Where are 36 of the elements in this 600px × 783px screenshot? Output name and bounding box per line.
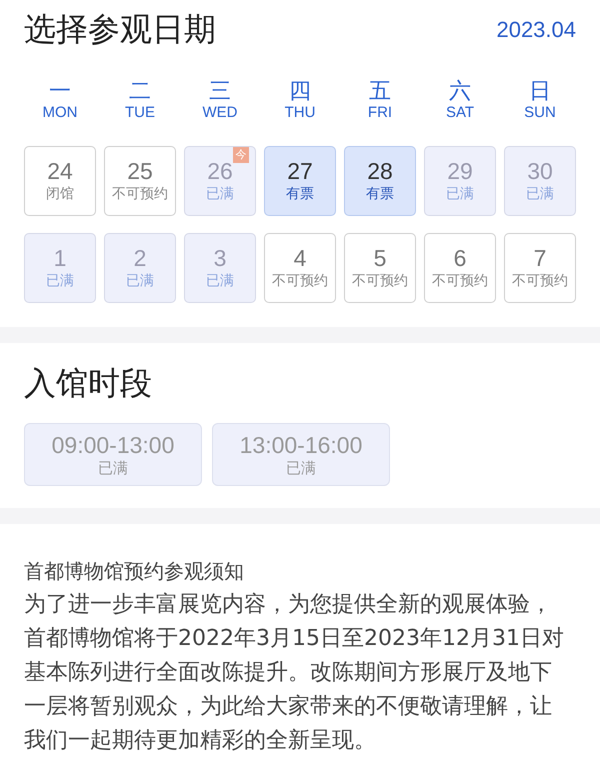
date-cell[interactable]: 26 已满 今	[184, 146, 256, 216]
date-cell[interactable]: 4 不可预约	[264, 233, 336, 303]
weekday-label: SUN	[524, 104, 556, 122]
date-cell[interactable]: 29 已满	[424, 146, 496, 216]
today-badge: 今	[233, 147, 249, 163]
weekday-label: 一	[49, 80, 71, 104]
date-cell[interactable]: 25 不可预约	[104, 146, 176, 216]
weekday-label: FRI	[368, 104, 392, 122]
notice-title: 首都博物馆预约参观须知	[24, 558, 245, 585]
date-cell[interactable]: 24 闭馆	[24, 146, 96, 216]
time-slot-button[interactable]: 13:00-16:00 已满	[212, 423, 390, 486]
notice-text: 为了进一步丰富展览内容，为您提供全新的观展体验，首都博物馆将于2022年3月15日至2023年12月31日对基本陈列进行全面改陈提升。改陈期间方形展厅及地下一层将暂别观众，为此给大家带来的不便敬请理解，让我们一起期待更加精彩的全新呈现。	[24, 591, 564, 755]
section-title: 入馆时段	[24, 363, 153, 404]
weekday-label: WED	[202, 104, 238, 122]
weekday-label: 日	[529, 80, 551, 104]
weekday-label: 二	[129, 80, 151, 104]
weekday-label: THU	[284, 104, 316, 122]
time-slot-button[interactable]: 09:00-13:00 已满	[24, 423, 202, 486]
date-cell[interactable]: 2 已满	[104, 233, 176, 303]
date-cell[interactable]: 27 有票	[264, 146, 336, 216]
weekday-label: MON	[42, 104, 78, 122]
date-cell[interactable]: 5 不可预约	[344, 233, 416, 303]
weekday-label: 五	[369, 80, 391, 104]
weekday-label: SAT	[446, 104, 474, 122]
date-cell[interactable]: 1 已满	[24, 233, 96, 303]
date-cell[interactable]: 28 有票	[344, 146, 416, 216]
section-title: 选择参观日期	[24, 9, 216, 50]
date-cell[interactable]: 3 已满	[184, 233, 256, 303]
date-cell[interactable]: 30 已满	[504, 146, 576, 216]
weekday-label: TUE	[125, 104, 155, 122]
weekday-label: 四	[289, 80, 311, 104]
month-label: 2023.04	[496, 17, 576, 43]
weekday-label: 六	[449, 80, 471, 104]
weekday-label: 三	[209, 80, 231, 104]
date-cell[interactable]: 7 不可预约	[504, 233, 576, 303]
date-cell[interactable]: 6 不可预约	[424, 233, 496, 303]
